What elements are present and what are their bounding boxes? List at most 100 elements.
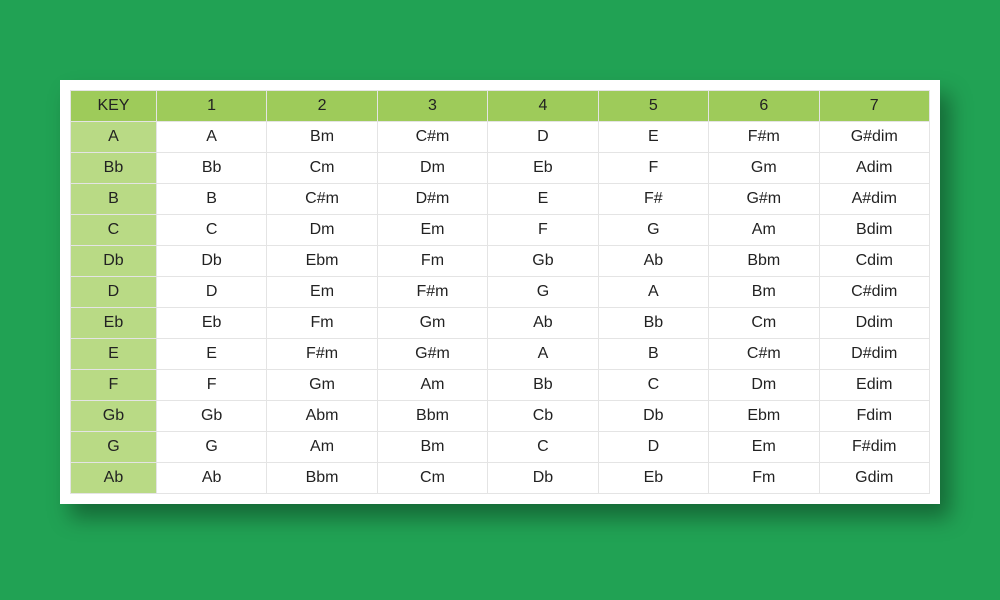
header-row: KEY1234567: [71, 91, 930, 122]
table-header: KEY1234567: [71, 91, 930, 122]
chord-cell: C#dim: [819, 277, 929, 308]
chord-cell: C#m: [709, 339, 819, 370]
chord-cell: B: [598, 339, 708, 370]
chord-cell: Gb: [488, 246, 598, 277]
col-header-key: KEY: [71, 91, 157, 122]
chord-cell: Dm: [709, 370, 819, 401]
chord-cell: Am: [709, 215, 819, 246]
row-key: C: [71, 215, 157, 246]
table-row: EbEbFmGmAbBbCmDdim: [71, 308, 930, 339]
row-key: G: [71, 432, 157, 463]
chord-cell: A: [488, 339, 598, 370]
chord-cell: F#m: [377, 277, 487, 308]
row-key: Ab: [71, 463, 157, 494]
chord-cell: Cb: [488, 401, 598, 432]
chord-cell: Dm: [267, 215, 377, 246]
table-row: GbGbAbmBbmCbDbEbmFdim: [71, 401, 930, 432]
chord-cell: Am: [267, 432, 377, 463]
chord-cell: F#m: [267, 339, 377, 370]
chord-cell: Gm: [377, 308, 487, 339]
chord-cell: D#dim: [819, 339, 929, 370]
chord-cell: Gdim: [819, 463, 929, 494]
chord-table: KEY1234567 AABmC#mDEF#mG#dimBbBbCmDmEbFG…: [70, 90, 930, 494]
chord-cell: Fm: [267, 308, 377, 339]
col-header-1: 1: [156, 91, 266, 122]
table-row: FFGmAmBbCDmEdim: [71, 370, 930, 401]
table-row: AABmC#mDEF#mG#dim: [71, 122, 930, 153]
chord-cell: Bm: [267, 122, 377, 153]
chord-cell: Edim: [819, 370, 929, 401]
table-body: AABmC#mDEF#mG#dimBbBbCmDmEbFGmAdimBBC#mD…: [71, 122, 930, 494]
chord-cell: Ab: [156, 463, 266, 494]
chord-cell: F#m: [709, 122, 819, 153]
chord-cell: Em: [267, 277, 377, 308]
chord-cell: Db: [488, 463, 598, 494]
chord-cell: Ebm: [267, 246, 377, 277]
chord-cell: D: [156, 277, 266, 308]
row-key: Db: [71, 246, 157, 277]
chord-cell: Eb: [488, 153, 598, 184]
chord-cell: F: [488, 215, 598, 246]
chord-cell: Bbm: [709, 246, 819, 277]
chord-cell: Ebm: [709, 401, 819, 432]
chord-cell: Bbm: [267, 463, 377, 494]
chord-cell: Abm: [267, 401, 377, 432]
chord-cell: Gm: [709, 153, 819, 184]
chord-cell: Cm: [709, 308, 819, 339]
chord-cell: G#m: [377, 339, 487, 370]
chord-cell: Bm: [377, 432, 487, 463]
chord-cell: G#dim: [819, 122, 929, 153]
chord-cell: Db: [598, 401, 708, 432]
chord-cell: B: [156, 184, 266, 215]
row-key: F: [71, 370, 157, 401]
chord-cell: Bb: [488, 370, 598, 401]
chord-cell: Fm: [377, 246, 487, 277]
chord-cell: C: [488, 432, 598, 463]
table-row: GGAmBmCDEmF#dim: [71, 432, 930, 463]
table-row: EEF#mG#mABC#mD#dim: [71, 339, 930, 370]
chord-cell: D: [598, 432, 708, 463]
row-key: D: [71, 277, 157, 308]
row-key: A: [71, 122, 157, 153]
row-key: E: [71, 339, 157, 370]
chord-cell: Dm: [377, 153, 487, 184]
chord-cell: Eb: [598, 463, 708, 494]
table-row: AbAbBbmCmDbEbFmGdim: [71, 463, 930, 494]
col-header-6: 6: [709, 91, 819, 122]
chord-cell: F#: [598, 184, 708, 215]
chord-cell: Bm: [709, 277, 819, 308]
table-row: BBC#mD#mEF#G#mA#dim: [71, 184, 930, 215]
chord-cell: Ddim: [819, 308, 929, 339]
chord-cell: Bbm: [377, 401, 487, 432]
chord-cell: G: [156, 432, 266, 463]
chord-cell: Db: [156, 246, 266, 277]
chord-cell: Bb: [156, 153, 266, 184]
chord-cell: A#dim: [819, 184, 929, 215]
chord-cell: A: [598, 277, 708, 308]
chord-cell: C: [156, 215, 266, 246]
chord-cell: F: [156, 370, 266, 401]
chord-cell: Eb: [156, 308, 266, 339]
chord-cell: F#dim: [819, 432, 929, 463]
row-key: Bb: [71, 153, 157, 184]
chord-cell: G#m: [709, 184, 819, 215]
chord-cell: Gb: [156, 401, 266, 432]
chord-cell: E: [156, 339, 266, 370]
chord-cell: Em: [709, 432, 819, 463]
col-header-2: 2: [267, 91, 377, 122]
chord-cell: Gm: [267, 370, 377, 401]
col-header-3: 3: [377, 91, 487, 122]
chord-table-card: KEY1234567 AABmC#mDEF#mG#dimBbBbCmDmEbFG…: [60, 80, 940, 504]
chord-cell: D: [488, 122, 598, 153]
chord-cell: C: [598, 370, 708, 401]
row-key: Eb: [71, 308, 157, 339]
table-row: DDEmF#mGABmC#dim: [71, 277, 930, 308]
row-key: B: [71, 184, 157, 215]
chord-cell: A: [156, 122, 266, 153]
chord-cell: F: [598, 153, 708, 184]
chord-cell: E: [488, 184, 598, 215]
chord-cell: C#m: [377, 122, 487, 153]
chord-cell: Am: [377, 370, 487, 401]
table-row: BbBbCmDmEbFGmAdim: [71, 153, 930, 184]
col-header-5: 5: [598, 91, 708, 122]
